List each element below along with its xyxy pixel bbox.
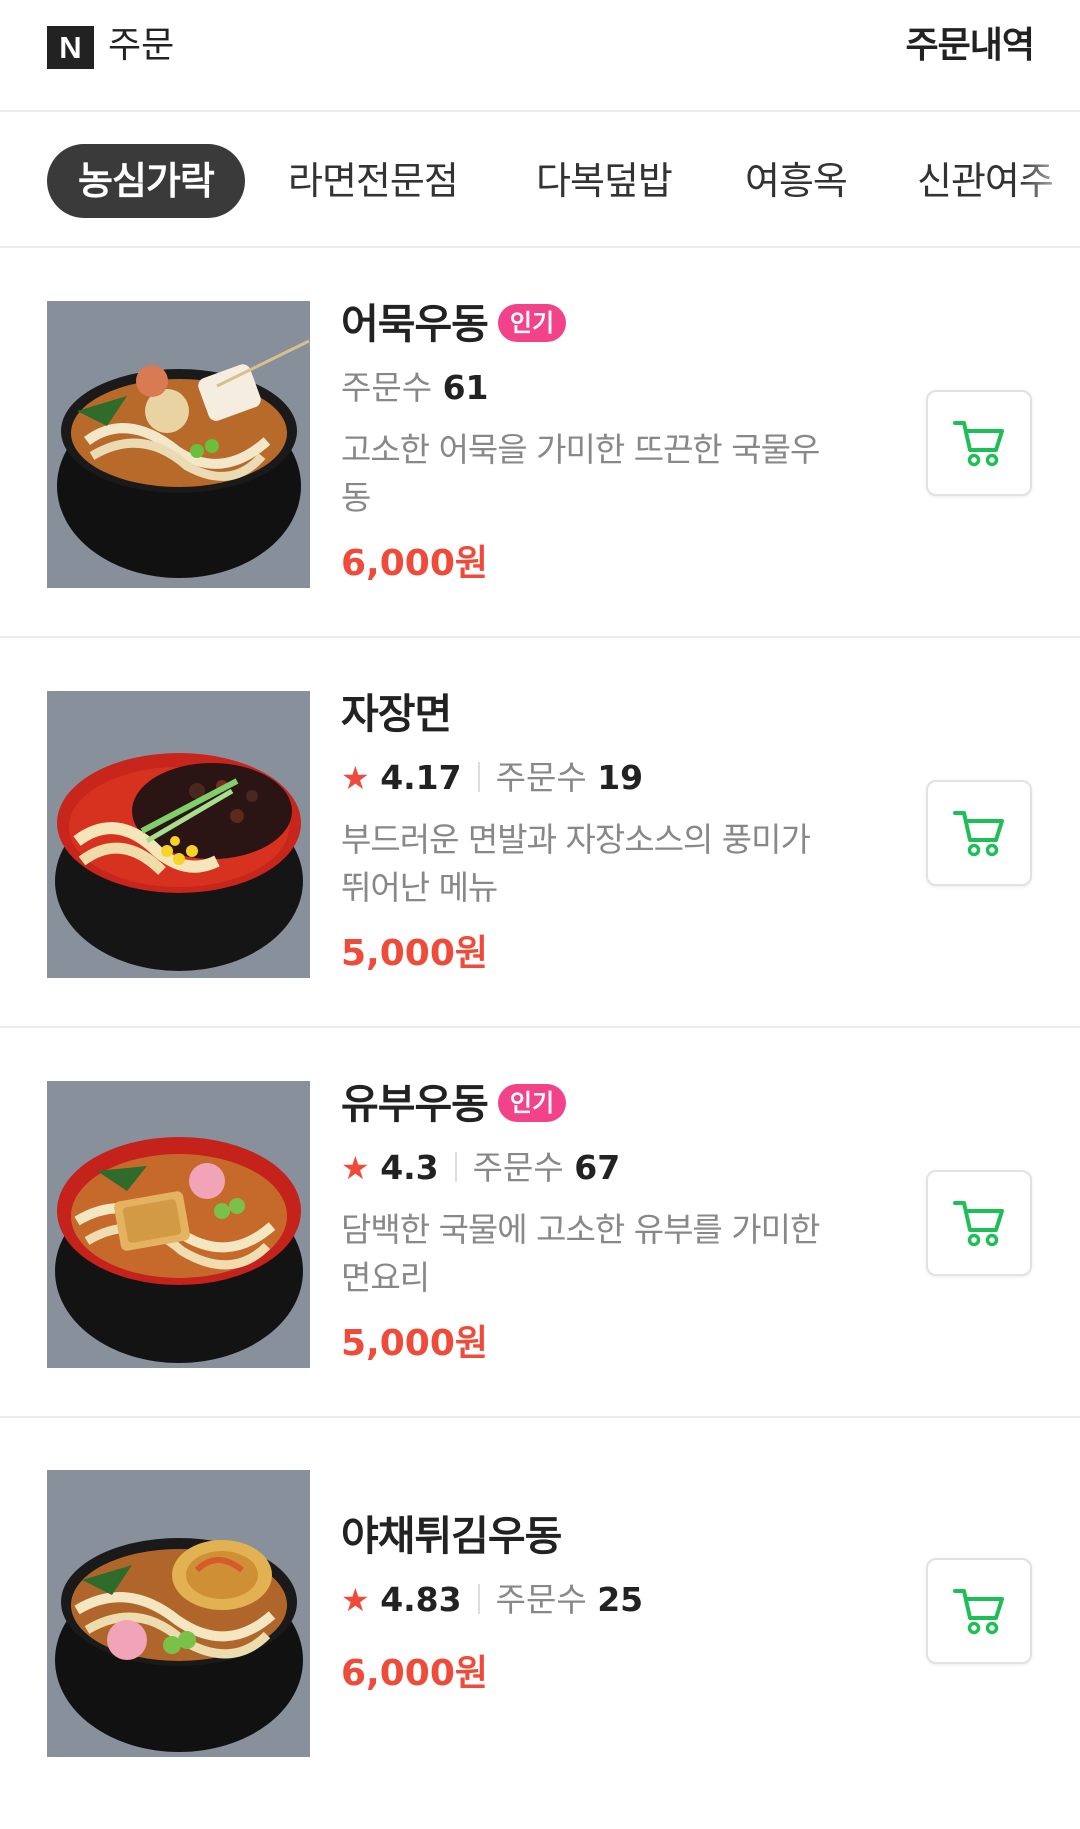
menu-item[interactable]: 유부우동 인기 ★ 4.3 주문수 67 담백한 국물에 고소한 유부를 가미한 면… bbox=[0, 1028, 1080, 1418]
menu-item-description: 담백한 국물에 고소한 유부를 가미한 면요리 bbox=[341, 1206, 861, 1302]
menu-item-name: 유부우동 인기 bbox=[341, 1076, 567, 1132]
menu-item-image[interactable] bbox=[47, 301, 310, 588]
rating-value: 4.17 bbox=[380, 758, 462, 797]
menu-item-meta: 주문수 61 bbox=[341, 366, 489, 410]
description-line: 뛰어난 메뉴 bbox=[341, 868, 498, 907]
star-icon: ★ bbox=[341, 1149, 370, 1187]
menu-item-image[interactable] bbox=[47, 691, 310, 978]
meta-divider bbox=[477, 761, 480, 792]
rating-value: 4.83 bbox=[380, 1580, 462, 1619]
menu-item-price: 6,000원 bbox=[341, 1653, 488, 1694]
meta-divider bbox=[454, 1151, 457, 1182]
menu-item-meta: ★ 4.3 주문수 67 bbox=[341, 1146, 620, 1190]
cart-icon bbox=[953, 1589, 1004, 1635]
order-count: 61 bbox=[442, 368, 489, 407]
order-count-label: 주문수 bbox=[472, 1148, 564, 1187]
menu-item[interactable]: 야채튀김우동 ★ 4.83 주문수 25 6,000원 bbox=[0, 1418, 1080, 1808]
add-to-cart-button[interactable] bbox=[926, 780, 1032, 886]
menu-item-name: 야채튀김우동 bbox=[341, 1508, 562, 1564]
order-count: 25 bbox=[597, 1580, 644, 1619]
menu-item[interactable]: 자장면 ★ 4.17 주문수 19 부드러운 면발과 자장소스의 풍미가 뛰어난 … bbox=[0, 638, 1080, 1028]
menu-item-meta: ★ 4.17 주문수 19 bbox=[341, 756, 643, 800]
menu-item-name-text: 유부우동 bbox=[341, 1080, 489, 1128]
menu-item-description: 고소한 어묵을 가미한 뜨끈한 국물우 동 bbox=[341, 426, 861, 522]
cart-icon bbox=[953, 1201, 1004, 1247]
order-count-label: 주문수 bbox=[341, 368, 433, 407]
menu-item-image[interactable] bbox=[47, 1081, 310, 1368]
description-line: 동 bbox=[341, 478, 371, 517]
cart-icon bbox=[953, 421, 1004, 467]
menu-item-name: 어묵우동 인기 bbox=[341, 296, 567, 352]
meta-divider bbox=[477, 1583, 480, 1614]
menu-item-name-text: 어묵우동 bbox=[341, 300, 489, 348]
popular-badge: 인기 bbox=[497, 1084, 567, 1122]
page-title: 주문 bbox=[108, 25, 175, 66]
tab-ramen-shop[interactable]: 라면전문점 bbox=[288, 144, 459, 218]
tab-scroll-fade bbox=[1020, 112, 1080, 246]
order-count: 67 bbox=[574, 1148, 621, 1187]
menu-item-price: 5,000원 bbox=[341, 933, 488, 974]
description-line: 담백한 국물에 고소한 유부를 가미한 bbox=[341, 1210, 820, 1249]
tab-nongshim-garak[interactable]: 농심가락 bbox=[47, 144, 245, 218]
popular-badge: 인기 bbox=[497, 304, 567, 342]
menu-item-image[interactable] bbox=[47, 1470, 310, 1757]
order-history-link[interactable]: 주문내역 bbox=[906, 22, 1035, 70]
naver-logo[interactable]: N bbox=[47, 26, 94, 69]
menu-item-name-text: 야채튀김우동 bbox=[341, 1512, 562, 1560]
menu-item-meta: ★ 4.83 주문수 25 bbox=[341, 1578, 643, 1622]
menu-item-price: 6,000원 bbox=[341, 543, 488, 584]
menu-item[interactable]: 어묵우동 인기 주문수 61 고소한 어묵을 가미한 뜨끈한 국물우 동 6,00… bbox=[0, 248, 1080, 638]
order-count-label: 주문수 bbox=[495, 758, 587, 797]
star-icon: ★ bbox=[341, 1581, 370, 1619]
order-count-label: 주문수 bbox=[495, 1580, 587, 1619]
add-to-cart-button[interactable] bbox=[926, 390, 1032, 496]
description-line: 면요리 bbox=[341, 1258, 430, 1297]
menu-item-description: 부드러운 면발과 자장소스의 풍미가 뛰어난 메뉴 bbox=[341, 816, 861, 912]
tab-dabok-deopbap[interactable]: 다복덮밥 bbox=[536, 144, 673, 218]
cart-icon bbox=[953, 811, 1004, 857]
star-icon: ★ bbox=[341, 759, 370, 797]
add-to-cart-button[interactable] bbox=[926, 1558, 1032, 1664]
tab-yeoheungok[interactable]: 여흥옥 bbox=[745, 144, 848, 218]
store-tab-bar[interactable]: 농심가락 라면전문점 다복덮밥 여흥옥 신관여주 bbox=[0, 112, 1080, 248]
description-line: 부드러운 면발과 자장소스의 풍미가 bbox=[341, 820, 811, 859]
menu-item-name-text: 자장면 bbox=[341, 690, 452, 738]
description-line: 고소한 어묵을 가미한 뜨끈한 국물우 bbox=[341, 430, 820, 469]
rating-value: 4.3 bbox=[380, 1148, 439, 1187]
menu-item-price: 5,000원 bbox=[341, 1323, 488, 1364]
app-header: N 주문 주문내역 bbox=[0, 0, 1080, 112]
menu-item-name: 자장면 bbox=[341, 686, 452, 742]
order-count: 19 bbox=[597, 758, 644, 797]
add-to-cart-button[interactable] bbox=[926, 1170, 1032, 1276]
